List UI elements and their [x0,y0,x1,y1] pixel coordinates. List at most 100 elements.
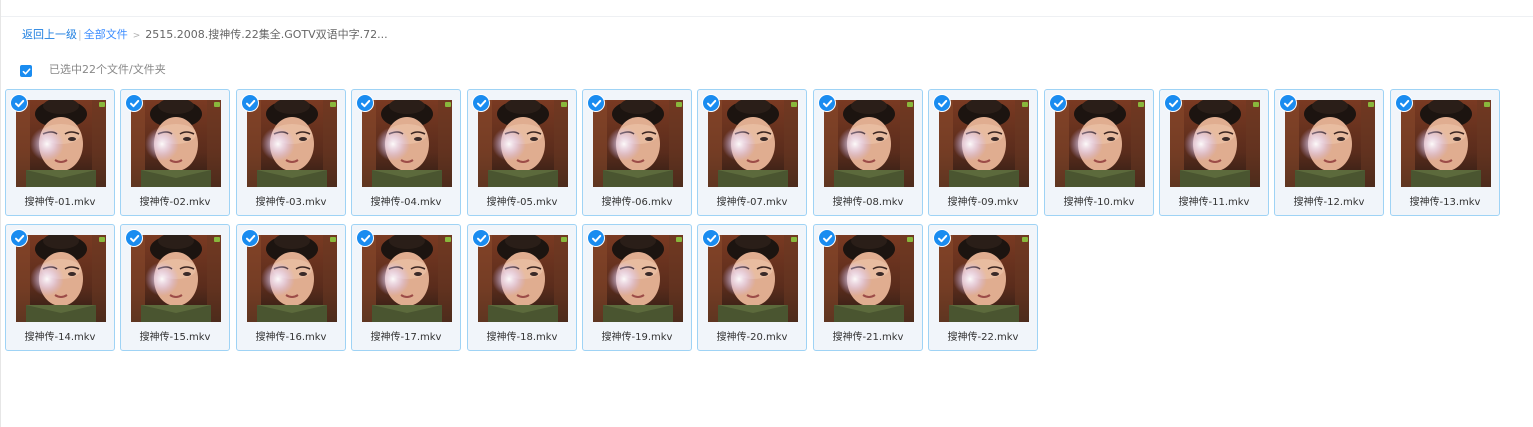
breadcrumb-separator: > [132,31,141,41]
check-icon [822,234,832,242]
all-files-link[interactable]: 全部文件 [84,28,128,41]
check-icon [360,99,370,107]
file-thumbnail [593,235,683,322]
video-thumbnail [1055,100,1145,187]
file-item[interactable]: 搜神传-08.mkv [813,89,923,216]
video-thumbnail [593,235,683,322]
toolbar-divider [1,16,1533,17]
file-item[interactable]: 搜神传-22.mkv [928,224,1038,351]
file-thumbnail [824,235,914,322]
video-thumbnail [131,235,221,322]
selected-check-icon[interactable] [818,229,836,247]
selected-check-icon[interactable] [241,229,259,247]
file-item[interactable]: 搜神传-11.mkv [1159,89,1269,216]
file-name: 搜神传-09.mkv [947,197,1019,208]
file-item[interactable]: 搜神传-19.mkv [582,224,692,351]
check-icon [937,99,947,107]
file-thumbnail [16,100,106,187]
file-item[interactable]: 搜神传-05.mkv [467,89,577,216]
file-thumbnail [131,100,221,187]
video-thumbnail [362,235,452,322]
file-thumbnail [824,100,914,187]
file-name: 搜神传-18.mkv [486,332,558,343]
file-thumbnail [939,100,1029,187]
video-thumbnail [247,235,337,322]
video-thumbnail [478,100,568,187]
file-item[interactable]: 搜神传-16.mkv [236,224,346,351]
check-icon [706,99,716,107]
selected-check-icon[interactable] [1164,94,1182,112]
file-item[interactable]: 搜神传-02.mkv [120,89,230,216]
check-icon [14,99,24,107]
file-item[interactable]: 搜神传-12.mkv [1274,89,1384,216]
selected-check-icon[interactable] [125,229,143,247]
file-item[interactable]: 搜神传-10.mkv [1044,89,1154,216]
selected-check-icon[interactable] [702,94,720,112]
check-icon [591,234,601,242]
current-folder: 2515.2008.搜神传.22集全.GOTV双语中字.72... [145,28,388,41]
file-name: 搜神传-22.mkv [947,332,1019,343]
selected-check-icon[interactable] [1049,94,1067,112]
file-name: 搜神传-20.mkv [716,332,788,343]
video-thumbnail [247,100,337,187]
selected-check-icon[interactable] [356,229,374,247]
file-item[interactable]: 搜神传-09.mkv [928,89,1038,216]
file-item[interactable]: 搜神传-06.mkv [582,89,692,216]
file-item[interactable]: 搜神传-18.mkv [467,224,577,351]
file-item[interactable]: 搜神传-17.mkv [351,224,461,351]
file-thumbnail [1285,100,1375,187]
selected-check-icon[interactable] [933,94,951,112]
selected-check-icon[interactable] [472,94,490,112]
file-item[interactable]: 搜神传-15.mkv [120,224,230,351]
selected-check-icon[interactable] [356,94,374,112]
file-item[interactable]: 搜神传-21.mkv [813,224,923,351]
select-all-checkbox[interactable] [20,65,32,77]
video-thumbnail [1170,100,1260,187]
file-item[interactable]: 搜神传-20.mkv [697,224,807,351]
file-item[interactable]: 搜神传-03.mkv [236,89,346,216]
file-item[interactable]: 搜神传-04.mkv [351,89,461,216]
selected-check-icon[interactable] [1279,94,1297,112]
selected-check-icon[interactable] [125,94,143,112]
file-thumbnail [362,235,452,322]
check-icon [22,67,30,75]
file-thumbnail [362,100,452,187]
video-thumbnail [939,235,1029,322]
file-name: 搜神传-01.mkv [24,197,96,208]
file-thumbnail [1401,100,1491,187]
video-thumbnail [16,100,106,187]
file-thumbnail [131,235,221,322]
file-thumbnail [247,235,337,322]
back-link[interactable]: 返回上一级 [22,28,77,41]
file-name: 搜神传-02.mkv [139,197,211,208]
selected-check-icon[interactable] [1395,94,1413,112]
selected-check-icon[interactable] [10,94,28,112]
selected-check-icon[interactable] [818,94,836,112]
selected-check-icon[interactable] [933,229,951,247]
selection-count: 已选中22个文件/文件夹 [49,63,166,76]
file-thumbnail [593,100,683,187]
file-thumbnail [1055,100,1145,187]
file-thumbnail [708,100,798,187]
file-item[interactable]: 搜神传-14.mkv [5,224,115,351]
selected-check-icon[interactable] [587,94,605,112]
selected-check-icon[interactable] [10,229,28,247]
file-name: 搜神传-05.mkv [486,197,558,208]
file-thumbnail [478,235,568,322]
video-thumbnail [16,235,106,322]
file-item[interactable]: 搜神传-07.mkv [697,89,807,216]
check-icon [1168,99,1178,107]
file-name: 搜神传-07.mkv [716,197,788,208]
file-thumbnail [939,235,1029,322]
file-thumbnail [478,100,568,187]
file-thumbnail [1170,100,1260,187]
selected-check-icon[interactable] [587,229,605,247]
file-name: 搜神传-17.mkv [370,332,442,343]
video-thumbnail [1285,100,1375,187]
selected-check-icon[interactable] [472,229,490,247]
file-name: 搜神传-10.mkv [1063,197,1135,208]
selected-check-icon[interactable] [241,94,259,112]
selected-check-icon[interactable] [702,229,720,247]
file-item[interactable]: 搜神传-01.mkv [5,89,115,216]
file-item[interactable]: 搜神传-13.mkv [1390,89,1500,216]
